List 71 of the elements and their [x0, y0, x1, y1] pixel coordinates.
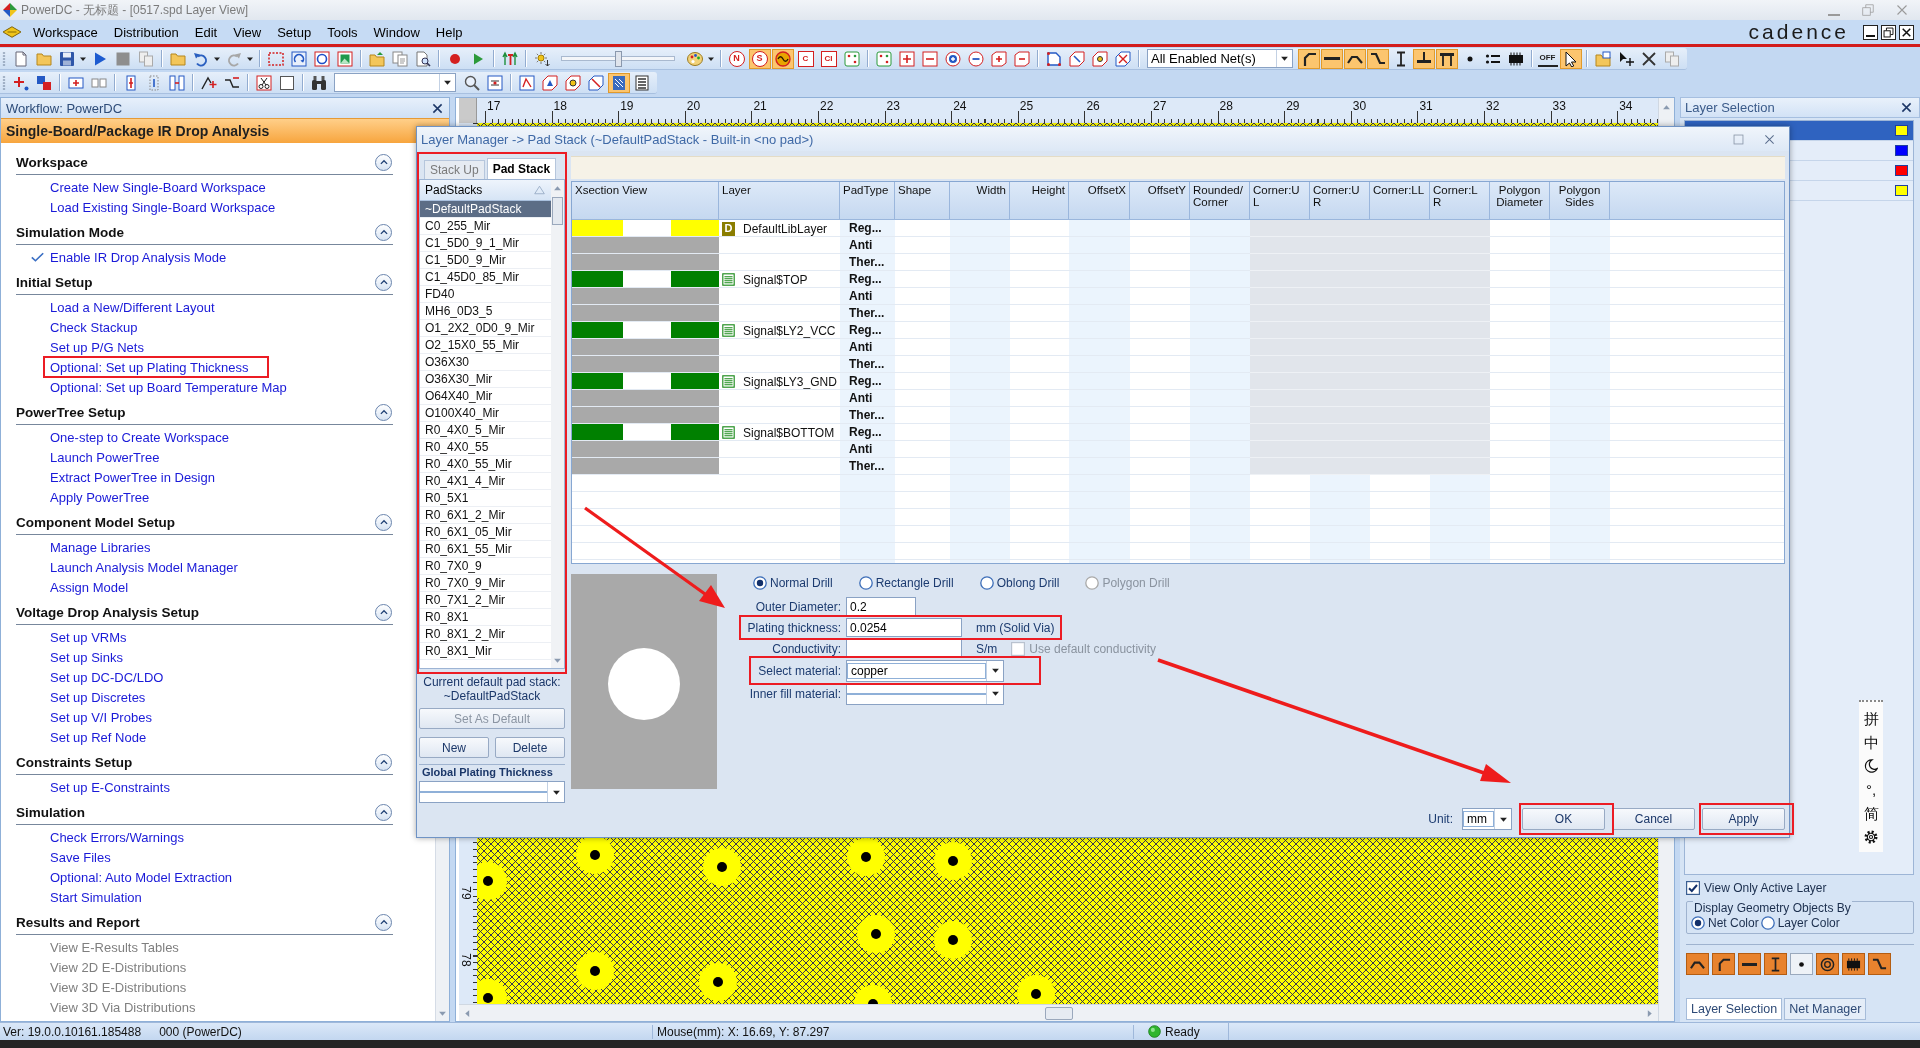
table-cell-text: Anti	[848, 441, 874, 458]
section-title: Results and Report	[16, 914, 140, 930]
table-cell-text: Reg...	[848, 373, 883, 390]
ruler-label: 19	[619, 99, 634, 113]
table-cell-text: Reg...	[848, 220, 883, 237]
dialog-title: Layer Manager -> Pad Stack (~DefaultPadStack - Built-in <no pad>)	[421, 131, 815, 147]
ruler-label: 24	[952, 99, 967, 113]
field-label: Unit:	[1428, 812, 1453, 826]
field-label: Outer Diameter:	[754, 599, 841, 614]
ruler-label: 78	[458, 952, 473, 967]
info-value: ~DefaultPadStack	[443, 689, 541, 703]
ruler-label: 26	[1085, 99, 1100, 113]
table-cell-text: Ther...	[848, 254, 886, 271]
ruler-label: 30	[1351, 99, 1367, 113]
ruler-label: 22	[819, 99, 834, 113]
unit-label: S/m	[976, 641, 998, 656]
table-cell-text: Ther...	[848, 458, 886, 475]
ruler-label: 28	[1218, 99, 1233, 113]
ruler-label: 29	[1285, 99, 1300, 113]
field-label: Conductivity:	[771, 641, 841, 656]
ruler-label: 79	[458, 886, 473, 900]
ruler-label: 27	[1152, 99, 1167, 113]
field-label: Plating thickness:	[746, 620, 841, 635]
table-cell-text: Reg...	[848, 424, 883, 441]
status-text: Mouse(mm): X: 16.69, Y: 87.297	[657, 1024, 830, 1039]
table-cell: Signal$LY3_GND	[743, 374, 837, 389]
ruler-label: 32	[1485, 99, 1500, 113]
table-cell: DefaultLibLayer	[743, 221, 828, 236]
section-title: Component Model Setup	[16, 514, 175, 530]
ruler-label: 20	[685, 99, 701, 113]
table-cell-text: Reg...	[848, 271, 883, 288]
section-title: Initial Setup	[16, 274, 93, 290]
ruler-label: 18	[552, 99, 567, 113]
panel-title: Workflow: PowerDC	[6, 100, 123, 116]
status-text: 000 (PowerDC)	[159, 1024, 242, 1039]
table-cell-text: Reg...	[848, 322, 883, 339]
section-title: Voltage Drop Analysis Setup	[16, 604, 200, 620]
section-title: Constraints Setup	[16, 754, 133, 770]
table-cell: Signal$LY2_VCC	[743, 323, 836, 338]
status-text: Ready	[1165, 1024, 1200, 1039]
status-text: Ver: 19.0.0.10161.185488	[3, 1024, 142, 1039]
section-title: Simulation	[16, 804, 85, 820]
section-title: Workspace	[16, 154, 88, 170]
section-title: Simulation Mode	[16, 224, 124, 240]
table-cell: Signal$BOTTOM	[743, 425, 835, 440]
table-cell-text: Ther...	[848, 305, 886, 322]
ruler-label: 34	[1618, 99, 1633, 113]
ruler-label: 33	[1551, 99, 1566, 113]
ruler-label: 17	[486, 99, 501, 113]
group-label: Global Plating Thickness	[421, 766, 554, 778]
unit-label: mm (Solid Via)	[976, 620, 1055, 635]
panel-title: Layer Selection	[1685, 100, 1775, 115]
field-label: Inner fill material:	[748, 686, 841, 701]
layer-tag: D	[722, 221, 735, 236]
group-label: Display Geometry Objects By	[1693, 901, 1852, 915]
table-cell-text: Ther...	[848, 407, 886, 424]
table-cell: Signal$TOP	[743, 272, 808, 287]
field-label: Select material:	[757, 663, 841, 678]
brand-logo: cadence	[1748, 20, 1849, 44]
window-title: PowerDC - 无标题 - [0517.spd Layer View]	[21, 1, 249, 19]
info-label: Current default pad stack:	[423, 675, 561, 689]
ruler-label: 31	[1418, 99, 1433, 113]
table-cell-text: Anti	[848, 339, 874, 356]
table-cell-text: Ther...	[848, 356, 886, 373]
ruler-label: 25	[1018, 99, 1034, 113]
section-title: PowerTree Setup	[16, 404, 126, 420]
ruler-label: 21	[752, 99, 767, 113]
table-cell-text: Anti	[848, 390, 874, 407]
table-cell-text: Anti	[848, 288, 874, 305]
ruler-label: 23	[885, 99, 900, 113]
table-cell-text: Anti	[848, 237, 874, 254]
